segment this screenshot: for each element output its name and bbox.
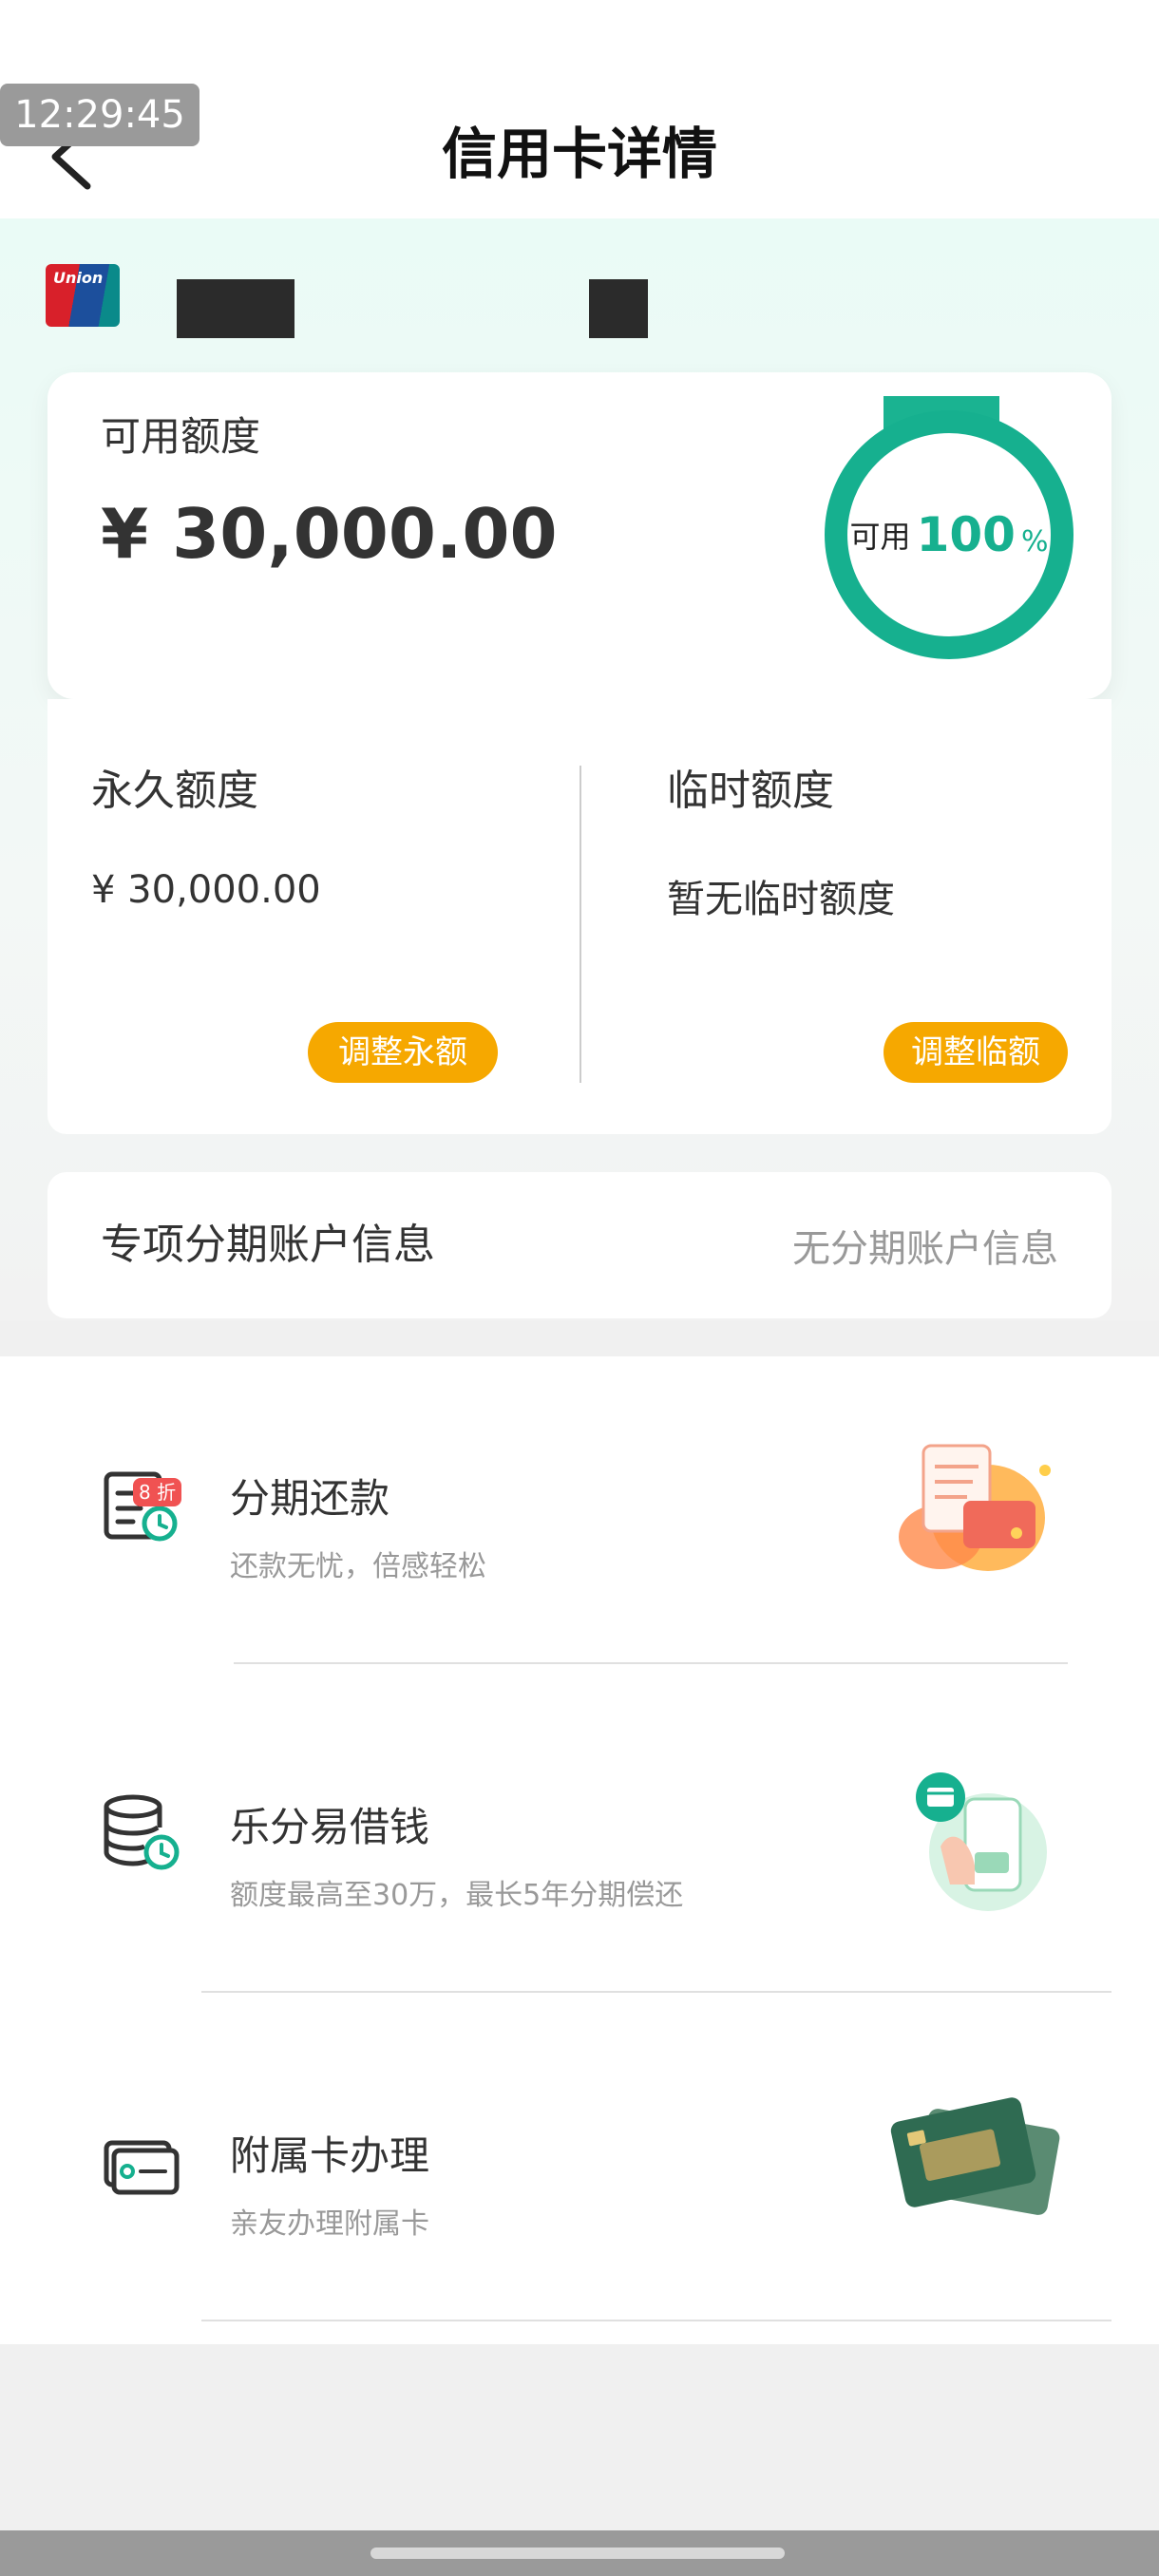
permanent-limit-title: 永久额度 [91, 767, 258, 815]
divider [580, 766, 581, 1083]
available-limit-card: 可用额度 ¥ 30,000.00 可用 100 % [48, 372, 1112, 699]
service-title: 乐分易借钱 [230, 1804, 430, 1850]
card-number-mask [589, 279, 648, 338]
available-limit-label: 可用额度 [101, 413, 261, 460]
service-item-supplementary-card[interactable]: 附属卡办理 亲友办理附属卡 [0, 2014, 1159, 2342]
item-divider [201, 1991, 1112, 1993]
time-overlay: 12:29:45 [0, 84, 200, 146]
limits-panel: 永久额度 ¥ 30,000.00 调整永额 临时额度 暂无临时额度 调整临额 [48, 699, 1112, 1134]
service-title: 分期还款 [230, 1475, 390, 1522]
installment-account-label: 专项分期账户信息 [101, 1221, 435, 1269]
available-limit-amount: ¥ 30,000.00 [101, 494, 558, 574]
ring-percent: 100 [916, 507, 1016, 562]
permanent-limit-value: ¥ 30,000.00 [91, 868, 321, 912]
credit-card-detail-page: 信用卡详情 12:29:45 Union 可用额度 ¥ 30,000.00 可用… [0, 0, 1159, 2576]
installment-illustration-icon [884, 1432, 1064, 1584]
ring-text: 可用 100 % [847, 433, 1051, 636]
item-divider [201, 2320, 1112, 2321]
temporary-limit-value: 暂无临时额度 [667, 878, 895, 921]
service-subtitle: 额度最高至30万，最长5年分期偿还 [230, 1879, 684, 1912]
service-item-installment-repay[interactable]: 8 折 分期还款 还款无忧，倍感轻松 [0, 1356, 1159, 1685]
installment-account-row[interactable]: 专项分期账户信息 无分期账户信息 [48, 1172, 1112, 1318]
unionpay-logo-icon: Union [46, 264, 120, 327]
service-title: 附属卡办理 [230, 2132, 430, 2179]
card-illustration-icon [884, 2090, 1064, 2242]
services-list: 8 折 分期还款 还款无忧，倍感轻松 乐分易借钱 额度最高至30万，最长5年分期… [0, 1356, 1159, 2344]
available-ring-gauge: 可用 100 % [825, 410, 1074, 659]
card-icon [99, 2118, 184, 2204]
bottom-spacer [0, 2344, 1159, 2534]
discount-badge: 8 折 [133, 1478, 182, 1506]
temporary-limit-title: 临时额度 [667, 767, 834, 815]
card-number-mask [177, 279, 294, 338]
installment-account-value: 无分期账户信息 [792, 1227, 1058, 1271]
adjust-temporary-button[interactable]: 调整临额 [884, 1022, 1068, 1083]
service-subtitle: 还款无忧，倍感轻松 [230, 1550, 486, 1583]
header: 信用卡详情 12:29:45 [0, 0, 1159, 218]
adjust-permanent-button[interactable]: 调整永额 [308, 1022, 498, 1083]
service-subtitle: 亲友办理附属卡 [230, 2207, 429, 2241]
ring-unit: % [1020, 524, 1049, 559]
home-indicator[interactable] [370, 2548, 785, 2559]
ring-label: 可用 [849, 519, 911, 555]
item-divider [234, 1662, 1068, 1664]
coins-clock-icon [99, 1790, 184, 1875]
borrow-illustration-icon [884, 1761, 1064, 1913]
service-item-borrow[interactable]: 乐分易借钱 额度最高至30万，最长5年分期偿还 [0, 1685, 1159, 2014]
